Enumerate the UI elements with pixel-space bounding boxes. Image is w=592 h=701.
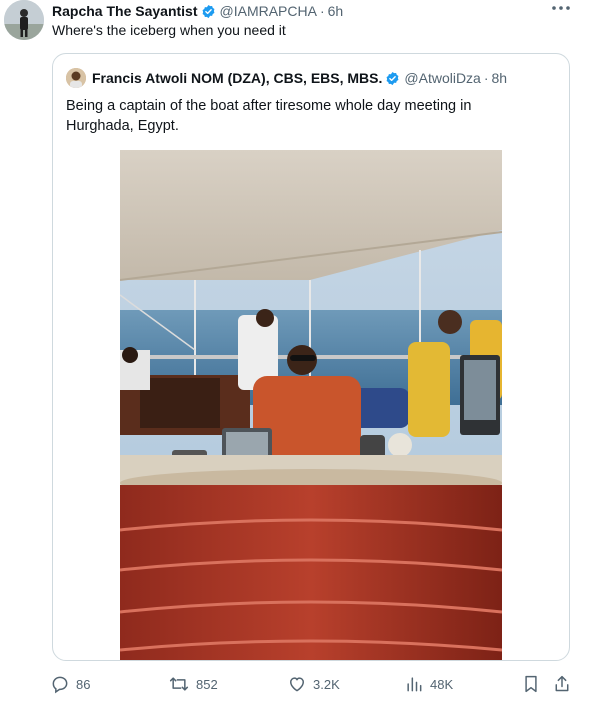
quoted-avatar[interactable] [66,68,86,88]
like-icon [290,677,304,692]
tweet-header: Rapcha The Sayantist @IAMRAPCHA · 6h [52,2,343,20]
quoted-header: Francis Atwoli NOM (DZA), CBS, EBS, MBS.… [66,68,507,88]
quoted-text: Being a captain of the boat after tireso… [66,98,472,134]
tweet-time[interactable]: 6h [328,3,344,19]
share-button[interactable] [553,672,571,696]
tweet-text: Where's the iceberg when you need it [52,22,286,38]
like-count: 3.2K [313,676,340,692]
repost-count: 852 [196,676,218,692]
repost-button[interactable]: 852 [168,672,218,696]
views-icon [407,677,422,692]
repost-icon [169,677,189,691]
reply-icon [52,676,68,694]
author-name[interactable]: Rapcha The Sayantist [52,3,198,19]
bookmark-icon [525,675,537,693]
quoted-author-handle[interactable]: @AtwoliDza [404,70,480,86]
share-icon [555,675,569,692]
views-count: 48K [430,676,454,692]
more-icon[interactable] [549,0,573,16]
verified-badge-icon [386,71,399,85]
boat-photo[interactable] [120,150,502,660]
author-handle[interactable]: @IAMRAPCHA [220,3,317,19]
reply-button[interactable]: 86 [50,672,90,696]
separator: · [319,3,325,19]
quoted-tweet[interactable]: Francis Atwoli NOM (DZA), CBS, EBS, MBS.… [52,53,570,661]
views-button[interactable]: 48K [404,672,453,696]
separator: · [483,70,489,86]
author-avatar[interactable] [4,0,44,40]
reply-count: 86 [76,676,91,692]
bookmark-button[interactable] [522,672,540,696]
verified-badge-icon [202,4,214,18]
quoted-author-name[interactable]: Francis Atwoli NOM (DZA), CBS, EBS, MBS. [92,70,382,86]
action-bar: 86 852 3.2K 48K [0,672,592,696]
quoted-time[interactable]: 8h [492,70,508,86]
like-button[interactable]: 3.2K [287,672,340,696]
